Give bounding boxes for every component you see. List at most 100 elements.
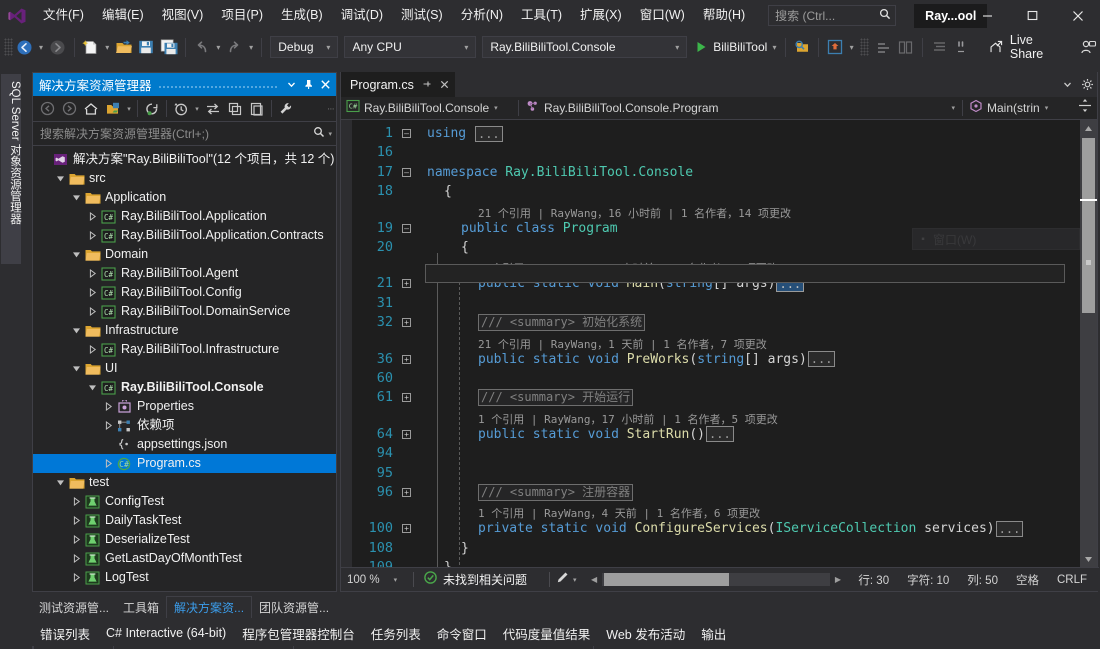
chevron-down-icon[interactable]: ▾	[946, 104, 960, 112]
tree-expander-collapsed-icon[interactable]	[69, 549, 83, 568]
tree-item-9[interactable]: Infrastructure	[33, 321, 336, 340]
collapse-all-icon[interactable]	[224, 98, 246, 120]
tree-item-6[interactable]: C# Ray.BiliBiliTool.Agent	[33, 264, 336, 283]
menu-item-5[interactable]: 调试(D)	[332, 2, 392, 29]
refresh-icon[interactable]	[141, 98, 163, 120]
tree-item-12[interactable]: C# Ray.BiliBiliTool.Console	[33, 378, 336, 397]
solution-configuration-combo[interactable]: Debug ▾	[270, 36, 339, 58]
back-icon[interactable]	[36, 98, 58, 120]
dock-tab-3[interactable]: 团队资源管...	[252, 597, 336, 618]
pending-changes-icon[interactable]	[102, 98, 124, 120]
save-all-icon[interactable]	[157, 35, 179, 59]
tree-expander-expanded-icon[interactable]	[53, 473, 67, 492]
save-icon[interactable]	[135, 35, 157, 59]
editor-vertical-scrollbar[interactable]	[1080, 120, 1097, 568]
tree-item-22[interactable]: LogTest	[33, 568, 336, 587]
panel-drag-grip[interactable]	[157, 73, 277, 96]
tree-expander-collapsed-icon[interactable]	[85, 340, 99, 359]
bottom-tab-3[interactable]: 任务列表	[363, 622, 429, 644]
compare-icon[interactable]	[895, 35, 917, 59]
pen-control[interactable]: ▾	[550, 571, 583, 589]
bottom-tab-6[interactable]: Web 发布活动	[598, 622, 693, 644]
properties-wrench-icon[interactable]	[275, 98, 297, 120]
tree-item-10[interactable]: C# Ray.BiliBiliTool.Infrastructure	[33, 340, 336, 359]
maximize-button[interactable]	[1010, 0, 1055, 31]
tree-expander-expanded-icon[interactable]	[69, 359, 83, 378]
menu-item-0[interactable]: 文件(F)	[34, 2, 93, 29]
bottom-tab-1[interactable]: C# Interactive (64-bit)	[98, 622, 234, 644]
fold-expand-icon[interactable]: +	[402, 524, 411, 534]
issues-status[interactable]: 未找到相关问题	[414, 570, 527, 589]
hscroll-thumb[interactable]	[603, 573, 729, 586]
navigate-forward-icon[interactable]	[46, 35, 68, 59]
open-folder-icon[interactable]	[112, 35, 134, 59]
chevron-down-icon[interactable]: ▾	[489, 104, 503, 112]
chevron-down-icon[interactable]	[1057, 72, 1077, 97]
triangle-left-icon[interactable]: ◀	[587, 575, 602, 584]
tree-item-11[interactable]: UI	[33, 359, 336, 378]
tree-item-4[interactable]: C# Ray.BiliBiliTool.Application.Contracts	[33, 226, 336, 245]
scroll-down-button[interactable]	[1080, 551, 1097, 568]
fold-collapse-icon[interactable]: –	[402, 129, 411, 138]
breadcrumb-member[interactable]: Main(strin ▾	[969, 97, 1073, 120]
show-all-files-icon[interactable]	[246, 98, 268, 120]
breadcrumb-type[interactable]: Ray.BiliBiliTool.Console.Program ▾	[525, 97, 962, 120]
fold-expand-icon[interactable]: +	[402, 354, 411, 364]
home-icon[interactable]	[80, 98, 102, 120]
redo-dropdown-arrow-icon[interactable]: ▾	[246, 35, 256, 59]
start-debugging-button[interactable]: BiliBiliTool	[690, 35, 769, 59]
close-icon[interactable]	[437, 78, 452, 92]
start-debugging-dropdown-arrow-icon[interactable]: ▾	[769, 35, 779, 59]
tree-expander-expanded-icon[interactable]	[53, 169, 67, 188]
sql-server-object-explorer-tab[interactable]: SQL Server 对象资源管理器	[1, 74, 21, 264]
zoom-control[interactable]: 100 % ▾	[341, 574, 413, 586]
search-dropdown-arrow-icon[interactable]: ▾	[328, 130, 332, 138]
menu-item-7[interactable]: 分析(N)	[452, 2, 512, 29]
menu-item-10[interactable]: 窗口(W)	[631, 2, 694, 29]
title-search-box[interactable]: 搜索 (Ctrl...	[768, 5, 897, 26]
fold-collapse-icon[interactable]: –	[402, 167, 411, 177]
editor-tab-program-cs[interactable]: Program.cs	[341, 72, 455, 97]
split-view-icon[interactable]	[1073, 98, 1097, 118]
menu-item-6[interactable]: 测试(S)	[392, 2, 452, 29]
gear-icon[interactable]	[1077, 72, 1097, 97]
forward-icon[interactable]	[58, 98, 80, 120]
tree-item-0[interactable]: 解决方案"Ray.BiliBiliTool"(12 个项目，共 12 个)	[33, 150, 336, 169]
pin-icon[interactable]	[422, 79, 432, 92]
startup-project-combo[interactable]: Ray.BiliBiliTool.Console ▾	[482, 36, 688, 58]
hscroll-track[interactable]	[601, 573, 831, 586]
tree-expander-collapsed-icon[interactable]	[85, 264, 99, 283]
solution-platform-combo[interactable]: Any CPU ▾	[344, 36, 477, 58]
fold-expand-icon[interactable]: +	[402, 279, 411, 289]
redo-icon[interactable]	[224, 35, 246, 59]
menu-item-8[interactable]: 工具(T)	[512, 2, 571, 29]
tree-expander-collapsed-icon[interactable]	[85, 302, 99, 321]
tree-item-21[interactable]: GetLastDayOfMonthTest	[33, 549, 336, 568]
undo-dropdown-arrow-icon[interactable]: ▾	[213, 35, 223, 59]
bottom-tab-5[interactable]: 代码度量值结果	[495, 622, 599, 644]
pin-icon[interactable]	[300, 74, 317, 95]
toolbar-grip[interactable]	[4, 38, 14, 56]
breadcrumb-project[interactable]: C# Ray.BiliBiliTool.Console ▾	[346, 97, 518, 120]
tree-expander-collapsed-icon[interactable]	[101, 416, 115, 435]
scroll-up-button[interactable]	[1080, 120, 1097, 137]
bottom-tab-4[interactable]: 命令窗口	[429, 622, 495, 644]
tree-item-13[interactable]: Properties	[33, 397, 336, 416]
minimize-button[interactable]	[965, 0, 1010, 31]
tree-item-15[interactable]: appsettings.json	[33, 435, 336, 454]
tree-item-19[interactable]: DailyTaskTest	[33, 511, 336, 530]
tree-expander-collapsed-icon[interactable]	[101, 454, 115, 473]
tree-item-3[interactable]: C# Ray.BiliBiliTool.Application	[33, 207, 336, 226]
tree-item-16[interactable]: C# Program.cs	[33, 454, 336, 473]
live-share-button[interactable]: Live Share	[983, 33, 1072, 61]
menu-item-1[interactable]: 编辑(E)	[93, 2, 153, 29]
comment-icon[interactable]	[950, 35, 972, 59]
tree-expander-collapsed-icon[interactable]	[69, 530, 83, 549]
new-project-dropdown-arrow-icon[interactable]: ▾	[102, 35, 112, 59]
fold-expand-icon[interactable]: +	[402, 318, 411, 328]
menu-item-11[interactable]: 帮助(H)	[694, 2, 754, 29]
dock-tab-2[interactable]: 解决方案资...	[166, 596, 253, 618]
undo-icon[interactable]	[191, 35, 213, 59]
menu-item-4[interactable]: 生成(B)	[272, 2, 332, 29]
overflow-chevron-icon[interactable]: ⋯	[326, 98, 336, 120]
